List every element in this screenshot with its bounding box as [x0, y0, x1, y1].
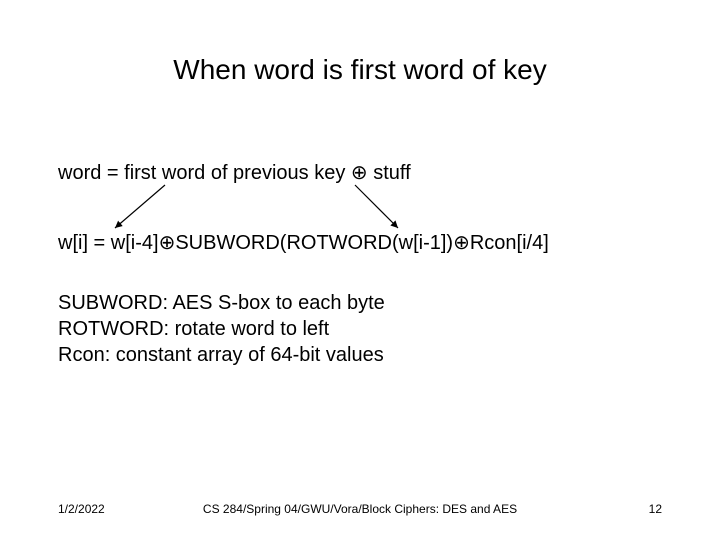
- text-rotword: ROTWORD: rotate word to left: [58, 318, 329, 341]
- text-line-summary: word = first word of previous key ⊕ stuf…: [58, 160, 411, 185]
- text-rcon: Rcon: constant array of 64-bit values: [58, 344, 384, 367]
- text-formula: w[i] = w[i-4]⊕SUBWORD(ROTWORD(w[i-1])⊕Rc…: [58, 230, 549, 255]
- slide-title: When word is first word of key: [0, 54, 720, 86]
- footer-page-number: 12: [649, 502, 662, 516]
- arrow-left: [115, 185, 165, 228]
- footer-course: CS 284/Spring 04/GWU/Vora/Block Ciphers:…: [0, 502, 720, 516]
- arrow-right: [355, 185, 398, 228]
- text-subword: SUBWORD: AES S-box to each byte: [58, 292, 385, 315]
- slide: When word is first word of key word = fi…: [0, 0, 720, 540]
